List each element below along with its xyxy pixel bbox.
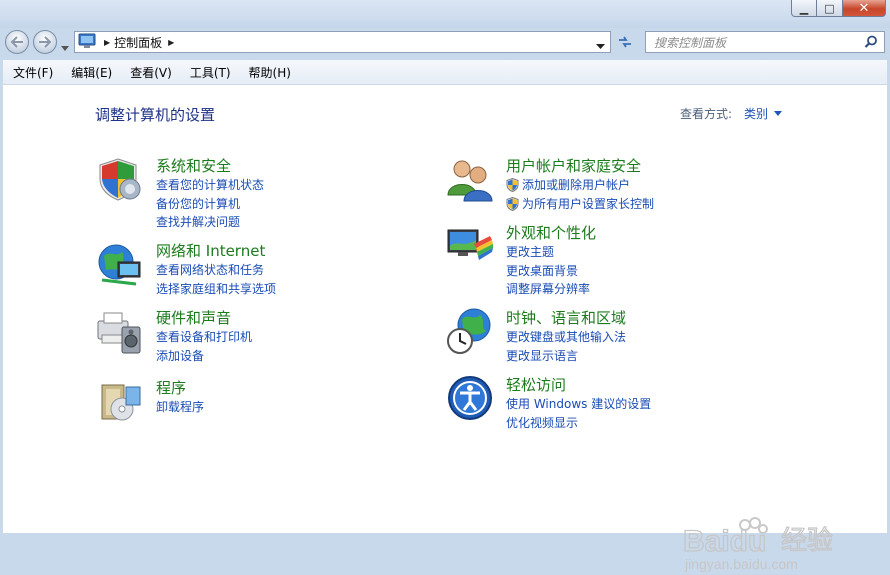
category-links: 更改主题 更改桌面背景 调整屏幕分辨率	[506, 243, 590, 299]
link-backup-computer[interactable]: 备份您的计算机	[156, 195, 264, 214]
category-appearance: 外观和个性化 更改主题 更改桌面背景 调整屏幕分辨率	[446, 222, 826, 296]
address-bar[interactable]: ▶ 控制面板 ▶	[74, 31, 611, 53]
link-text: 添加或删除用户帐户	[522, 178, 631, 192]
arrow-left-icon	[10, 36, 23, 48]
link-view-computer-status[interactable]: 查看您的计算机状态	[156, 176, 264, 195]
link-change-theme[interactable]: 更改主题	[506, 243, 590, 262]
search-icon[interactable]	[864, 35, 878, 52]
baidu-watermark: Baidu 经验 jingyan.baidu.com	[683, 517, 834, 572]
link-network-status[interactable]: 查看网络状态和任务	[156, 261, 276, 280]
menu-tools[interactable]: 工具(T)	[182, 64, 239, 81]
forward-button[interactable]	[33, 30, 57, 54]
menu-help[interactable]: 帮助(H)	[241, 64, 299, 81]
refresh-button[interactable]	[614, 32, 636, 52]
refresh-icon	[619, 36, 631, 48]
category-title[interactable]: 程序	[156, 377, 186, 398]
minimize-button[interactable]: ▁	[791, 0, 817, 17]
link-add-device[interactable]: 添加设备	[156, 347, 252, 366]
breadcrumb-separator-icon[interactable]: ▶	[104, 38, 110, 47]
watermark-suffix: 经验	[781, 526, 833, 556]
menu-file[interactable]: 文件(F)	[5, 64, 61, 81]
link-parental-controls[interactable]: 为所有用户设置家长控制	[506, 195, 654, 214]
category-programs: 程序 卸载程序	[96, 377, 396, 427]
category-ease-of-access: 轻松访问 使用 Windows 建议的设置 优化视频显示	[446, 374, 826, 434]
uac-shield-icon	[506, 196, 519, 211]
address-dropdown[interactable]	[596, 39, 605, 53]
watermark-url: jingyan.baidu.com	[684, 556, 798, 572]
network-globe-icon[interactable]	[96, 240, 144, 288]
uac-shield-icon	[506, 178, 519, 193]
link-add-remove-user[interactable]: 添加或删除用户帐户	[506, 176, 654, 195]
category-title[interactable]: 网络和 Internet	[156, 240, 265, 261]
breadcrumb-separator-icon[interactable]: ▶	[168, 38, 174, 47]
category-links: 使用 Windows 建议的设置 优化视频显示	[506, 395, 651, 432]
users-icon[interactable]	[446, 155, 494, 203]
category-hardware-sound: 硬件和声音 查看设备和打印机 添加设备	[96, 307, 396, 367]
control-panel-icon	[78, 33, 96, 52]
category-title[interactable]: 外观和个性化	[506, 222, 596, 243]
category-links: 查看您的计算机状态 备份您的计算机 查找并解决问题	[156, 176, 264, 232]
link-keyboard-input[interactable]: 更改键盘或其他输入法	[506, 328, 626, 347]
category-title[interactable]: 时钟、语言和区域	[506, 307, 626, 328]
arrow-right-icon	[39, 36, 52, 48]
breadcrumb-control-panel[interactable]: 控制面板	[114, 34, 162, 51]
view-by-label: 查看方式:	[680, 107, 733, 121]
clock-globe-icon[interactable]	[446, 307, 494, 355]
back-button[interactable]	[5, 30, 29, 54]
menu-edit[interactable]: 编辑(E)	[63, 64, 120, 81]
link-optimize-visual-display[interactable]: 优化视频显示	[506, 414, 651, 433]
category-links: 查看网络状态和任务 选择家庭组和共享选项	[156, 261, 276, 298]
link-devices-printers[interactable]: 查看设备和打印机	[156, 328, 252, 347]
monitor-palette-icon[interactable]	[446, 222, 494, 270]
shield-icon[interactable]	[96, 155, 144, 203]
programs-box-icon[interactable]	[96, 377, 144, 425]
link-text: 为所有用户设置家长控制	[522, 196, 655, 211]
link-display-language[interactable]: 更改显示语言	[506, 347, 626, 366]
category-title[interactable]: 轻松访问	[506, 374, 566, 395]
navigation-bar: ▶ 控制面板 ▶ 搜索控制面板	[0, 28, 890, 58]
link-desktop-background[interactable]: 更改桌面背景	[506, 262, 590, 281]
category-links: 卸载程序	[156, 398, 204, 417]
link-uninstall-program[interactable]: 卸载程序	[156, 398, 204, 417]
category-network-internet: 网络和 Internet 查看网络状态和任务 选择家庭组和共享选项	[96, 240, 396, 300]
watermark-brand: Baidu	[683, 525, 766, 558]
category-links: 查看设备和打印机 添加设备	[156, 328, 252, 365]
menu-view[interactable]: 查看(V)	[122, 64, 180, 81]
menu-bar: 文件(F) 编辑(E) 查看(V) 工具(T) 帮助(H)	[3, 60, 887, 85]
search-input[interactable]: 搜索控制面板	[645, 31, 885, 53]
view-by: 查看方式: 类别	[680, 105, 783, 122]
search-placeholder: 搜索控制面板	[654, 35, 727, 50]
close-button[interactable]: ✕	[843, 0, 886, 17]
chevron-down-icon	[61, 46, 69, 51]
category-clock-language-region: 时钟、语言和区域 更改键盘或其他输入法 更改显示语言	[446, 307, 826, 367]
caption-buttons: ▁ □ ✕	[791, 0, 886, 17]
maximize-button[interactable]: □	[817, 0, 843, 17]
chevron-down-icon	[596, 44, 605, 49]
category-title[interactable]: 用户帐户和家庭安全	[506, 155, 641, 176]
main-content: 调整计算机的设置 查看方式: 类别 系统和安全 查看您的计算机状态 备份您的计算…	[3, 85, 887, 572]
category-title[interactable]: 系统和安全	[156, 155, 231, 176]
printer-speaker-icon[interactable]	[96, 307, 144, 355]
view-by-dropdown[interactable]: 类别	[744, 105, 768, 122]
recent-pages-dropdown[interactable]	[61, 37, 69, 56]
category-title[interactable]: 硬件和声音	[156, 307, 231, 328]
title-bar: ▁ □ ✕	[0, 0, 890, 28]
link-windows-recommended-settings[interactable]: 使用 Windows 建议的设置	[506, 395, 651, 414]
category-system-security: 系统和安全 查看您的计算机状态 备份您的计算机 查找并解决问题	[96, 155, 396, 229]
page-title: 调整计算机的设置	[95, 106, 216, 124]
category-links: 更改键盘或其他输入法 更改显示语言	[506, 328, 626, 365]
link-troubleshoot[interactable]: 查找并解决问题	[156, 213, 264, 232]
chevron-down-icon[interactable]	[774, 111, 783, 116]
category-links: 添加或删除用户帐户 为所有用户设置家长控制	[506, 176, 654, 213]
category-user-accounts: 用户帐户和家庭安全 添加或删除用户帐户 为所有用户设置家长控制	[446, 155, 826, 215]
link-screen-resolution[interactable]: 调整屏幕分辨率	[506, 280, 590, 299]
ease-of-access-icon[interactable]	[446, 374, 494, 422]
link-homegroup-sharing[interactable]: 选择家庭组和共享选项	[156, 280, 276, 299]
